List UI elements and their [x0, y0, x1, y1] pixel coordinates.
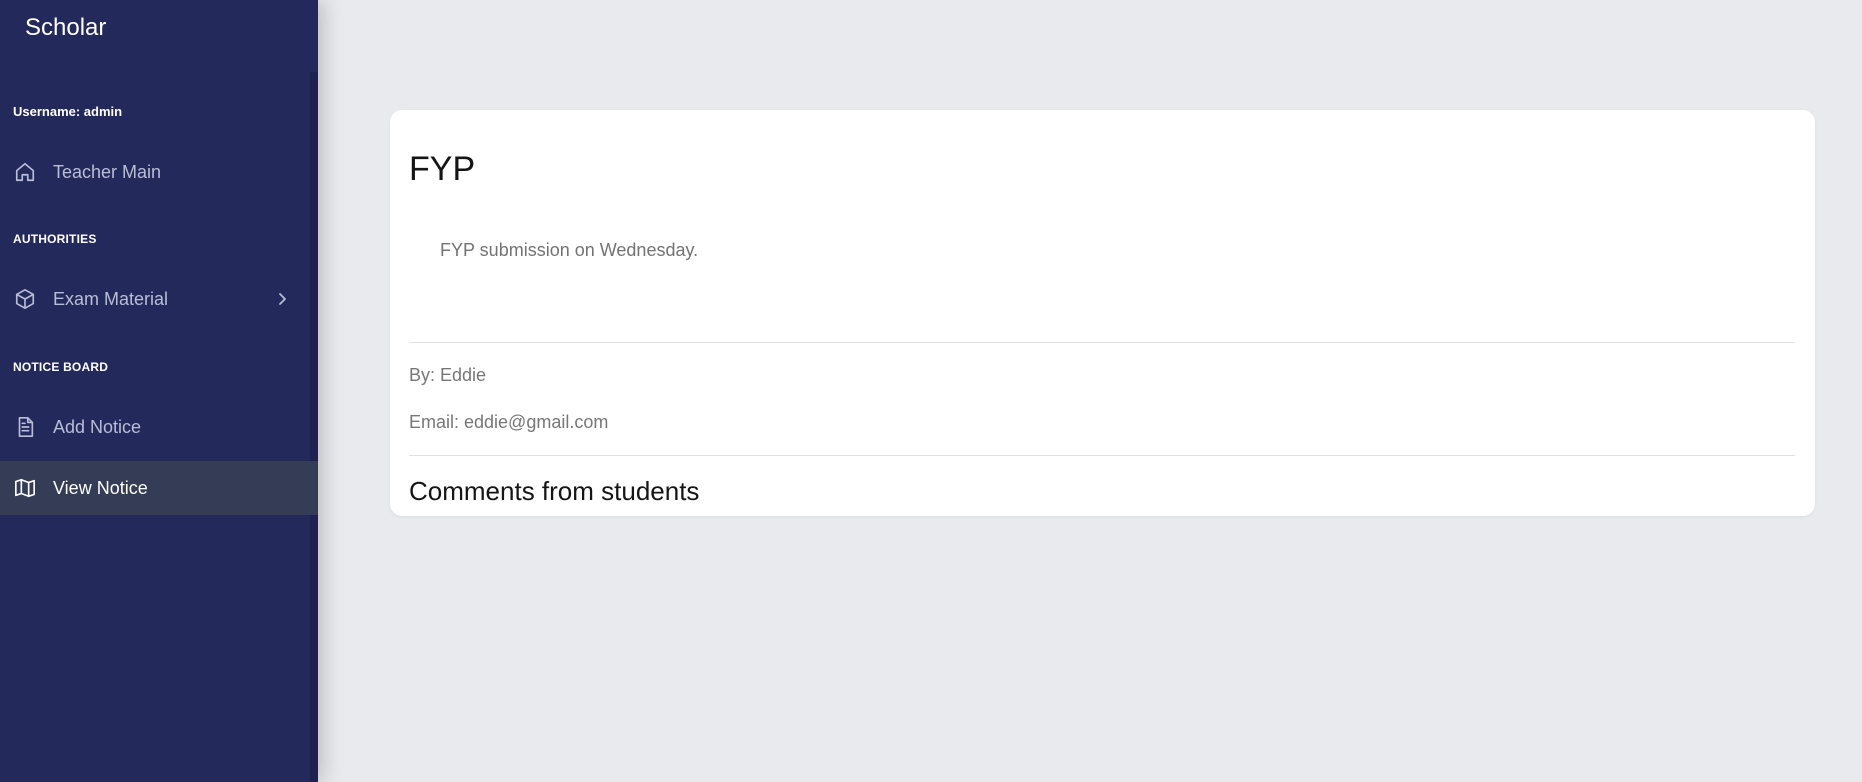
sidebar-item-add-notice[interactable]: Add Notice: [0, 400, 318, 454]
sidebar: Scholar Username: admin Teacher Main AUT…: [0, 0, 318, 782]
sidebar-item-label: Add Notice: [53, 416, 142, 437]
sidebar-item-label: Exam Material: [53, 288, 169, 309]
sidebar-item-label: Teacher Main: [53, 161, 162, 182]
notice-card: FYP FYP submission on Wednesday. By: Edd…: [390, 110, 1815, 516]
username-label: Username: admin: [13, 104, 123, 119]
divider: [409, 455, 1795, 456]
notice-body: FYP submission on Wednesday.: [440, 240, 699, 260]
comments-heading: Comments from students: [409, 476, 700, 506]
map-icon: [14, 477, 36, 499]
home-icon: [14, 161, 36, 183]
sidebar-item-view-notice[interactable]: View Notice: [0, 461, 318, 515]
section-authorities: AUTHORITIES: [13, 232, 97, 246]
notice-author: By: Eddie: [409, 365, 487, 385]
divider: [409, 342, 1795, 343]
document-icon: [14, 416, 36, 438]
notice-email: Email: eddie@gmail.com: [409, 412, 609, 432]
cube-icon: [14, 288, 36, 310]
sidebar-item-label: View Notice: [53, 477, 148, 498]
sidebar-item-exam-material[interactable]: Exam Material: [0, 272, 318, 326]
notice-title: FYP: [409, 150, 476, 188]
brand-logo[interactable]: Scholar: [25, 14, 106, 42]
section-notice-board: NOTICE BOARD: [13, 360, 109, 374]
chevron-right-icon[interactable]: [274, 291, 290, 307]
sidebar-item-teacher-main[interactable]: Teacher Main: [0, 145, 318, 199]
